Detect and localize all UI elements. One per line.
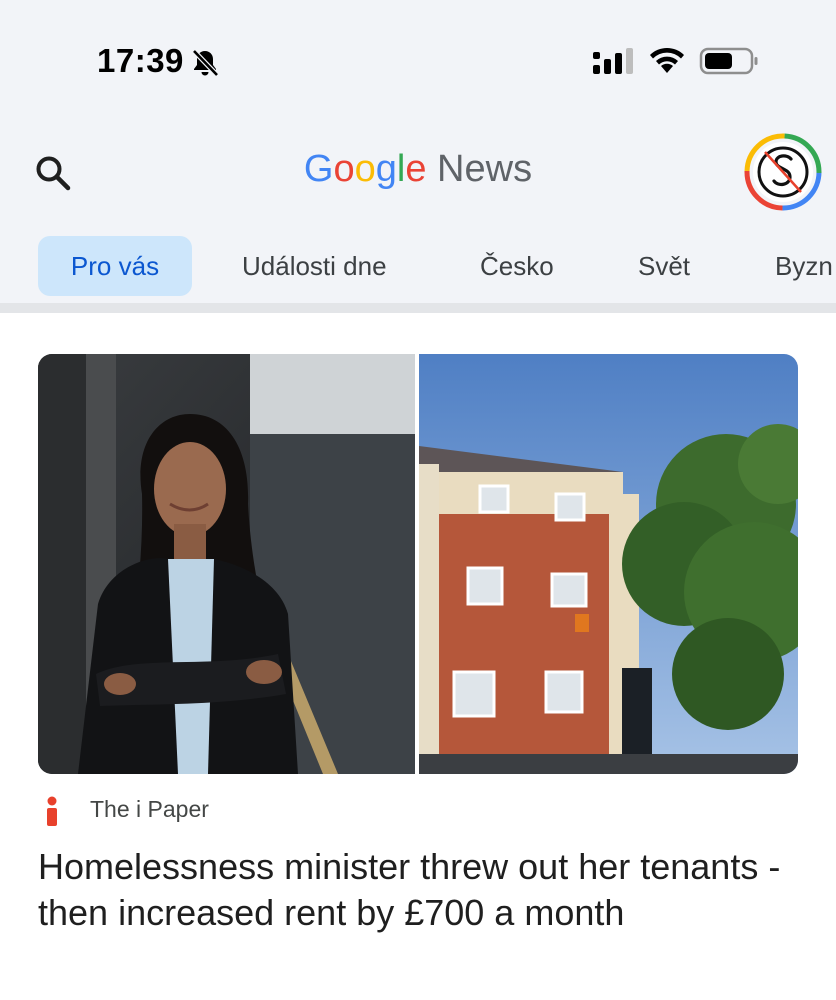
account-avatar[interactable] <box>743 132 823 212</box>
tab-svet[interactable]: Svět <box>638 236 690 296</box>
wifi-icon <box>650 47 684 73</box>
topic-tabs: Pro vás Události dne Česko Svět Byzn <box>0 236 836 298</box>
status-bar: 17:39 <box>0 0 836 110</box>
google-news-logo: Google News <box>303 148 533 190</box>
header-divider <box>0 303 836 313</box>
i-paper-logo <box>47 796 57 826</box>
article-headline[interactable]: Homelessness minister threw out her tena… <box>38 844 798 936</box>
article-source: The i Paper <box>38 790 798 830</box>
article-hero-image[interactable] <box>38 354 798 774</box>
source-name: The i Paper <box>90 796 209 822</box>
bell-off-icon <box>192 49 219 77</box>
tab-pro-vas[interactable]: Pro vás <box>38 236 192 296</box>
status-time: 17:39 <box>97 42 184 79</box>
building-photo <box>419 354 798 774</box>
cellular-signal-icon <box>593 48 633 74</box>
tab-udalosti-dne[interactable]: Události dne <box>242 236 387 296</box>
portrait-photo <box>38 354 415 774</box>
tab-byznys[interactable]: Byzn <box>775 236 833 296</box>
tab-cesko[interactable]: Česko <box>480 236 554 296</box>
battery-icon <box>699 47 758 75</box>
brand-news-text: News <box>437 148 533 190</box>
app-bar: Google News <box>0 120 836 230</box>
